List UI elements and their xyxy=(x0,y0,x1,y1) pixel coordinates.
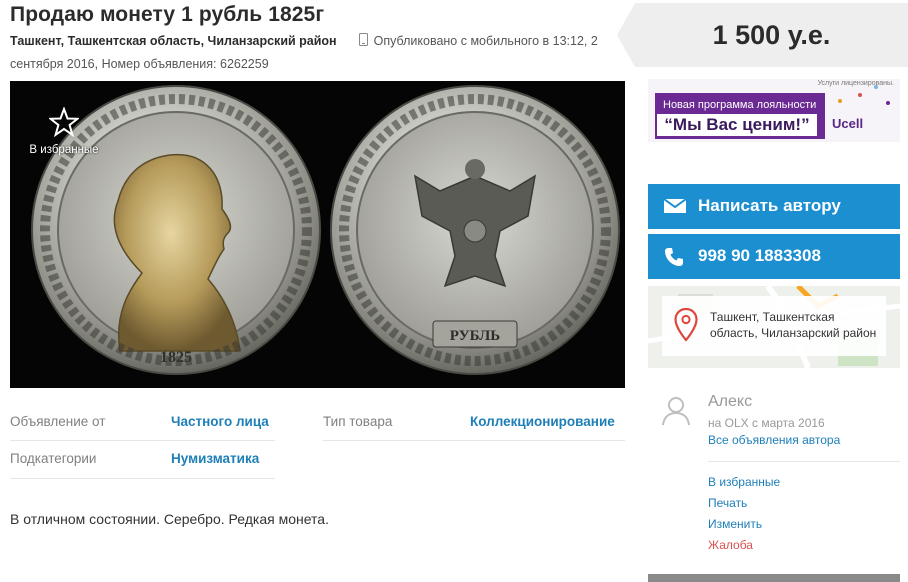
star-icon xyxy=(47,106,81,138)
banner-purple-block: Новая программа лояльности “Мы Вас ценим… xyxy=(655,93,825,139)
param-label-seller: Объявление от xyxy=(10,414,106,429)
author-name: Алекс xyxy=(708,393,753,410)
bottom-strip xyxy=(648,574,900,582)
ad-title: Продаю монету 1 рубль 1825г xyxy=(10,3,325,26)
price: 1 500 у.е. xyxy=(712,20,831,50)
param-divider xyxy=(10,478,275,479)
param-label-subcategory: Подкатегории xyxy=(10,451,97,466)
promo-banner[interactable]: Услуги лицензированы. Новая программа ло… xyxy=(648,79,900,142)
user-avatar-icon xyxy=(662,397,690,426)
divider xyxy=(708,461,900,462)
main-photo[interactable]: 1825 РУБЛЬ В избранные xyxy=(10,81,625,388)
action-edit-link[interactable]: Изменить xyxy=(708,517,762,531)
envelope-icon xyxy=(664,198,686,213)
published-text: Опубликовано с мобильного в 13:12, 2 xyxy=(373,34,598,48)
author-since: на OLX с марта 2016 xyxy=(708,416,825,430)
phone-icon xyxy=(665,248,683,266)
banner-small-text: Услуги лицензированы. xyxy=(817,80,894,87)
author-all-ads-link[interactable]: Все объявления автора xyxy=(708,433,840,447)
message-author-label: Написать автору xyxy=(698,196,841,215)
ad-meta: Ташкент, Ташкентская область, Чиланзарск… xyxy=(10,33,598,48)
param-divider xyxy=(323,440,625,441)
phone-number: 998 90 1883308 xyxy=(698,246,821,265)
param-value-subcategory[interactable]: Нумизматика xyxy=(171,451,259,466)
location-text: Ташкент, Ташкентская область, Чиланзарск… xyxy=(10,34,337,48)
param-divider xyxy=(10,440,275,441)
map-pin-icon xyxy=(674,308,698,342)
banner-line2: “Мы Вас ценим!” xyxy=(657,114,817,136)
param-value-seller[interactable]: Частного лица xyxy=(171,414,269,429)
ad-number-text: сентября 2016, Номер объявления: 6262259 xyxy=(10,57,269,71)
message-author-button[interactable]: Написать автору xyxy=(648,184,900,229)
map-address: Ташкент, Ташкентская область, Чиланзарск… xyxy=(710,310,877,340)
action-print-link[interactable]: Печать xyxy=(708,496,747,510)
param-value-type[interactable]: Коллекционирование xyxy=(470,414,615,429)
ad-description: В отличном состоянии. Серебро. Редкая мо… xyxy=(10,511,329,527)
svg-text:РУБЛЬ: РУБЛЬ xyxy=(450,328,501,344)
price-box: 1 500 у.е. xyxy=(617,3,908,67)
action-favorite-link[interactable]: В избранные xyxy=(708,475,780,489)
show-phone-button[interactable]: 998 90 1883308 xyxy=(648,234,900,279)
param-label-type: Тип товара xyxy=(323,414,393,429)
location-map[interactable]: Ташкент, Ташкентская область, Чиланзарск… xyxy=(648,286,900,368)
mobile-icon xyxy=(358,33,368,46)
action-report-link[interactable]: Жалоба xyxy=(708,538,753,552)
banner-brand: Ucell xyxy=(832,116,864,131)
banner-line1: Новая программа лояльности xyxy=(663,99,817,111)
favorites-label: В избранные xyxy=(29,144,99,156)
add-to-favorites[interactable]: В избранные xyxy=(24,106,104,156)
map-address-card: Ташкент, Ташкентская область, Чиланзарск… xyxy=(662,296,886,356)
